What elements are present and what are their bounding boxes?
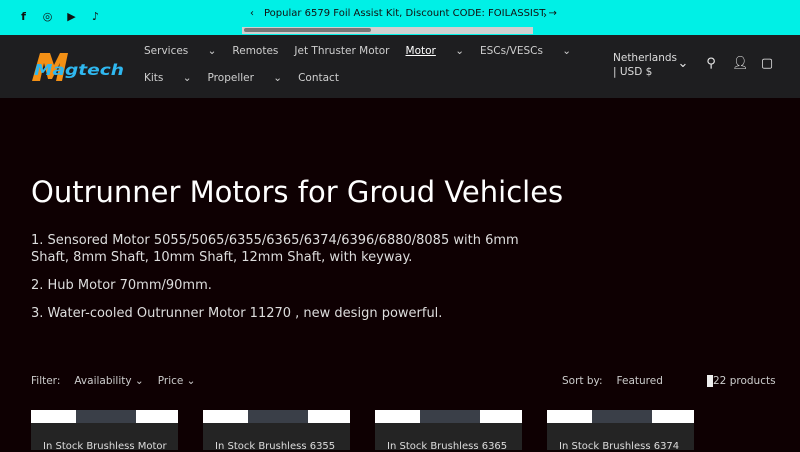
sort-select[interactable]: Featured: [617, 375, 663, 387]
nav-kits[interactable]: Kits ⌄: [144, 72, 192, 86]
product-card[interactable]: In Stock Brushless 6365: [375, 410, 522, 452]
prev-announcement-button[interactable]: ‹: [250, 8, 254, 19]
product-card[interactable]: In Stock Brushless Motor: [31, 410, 178, 452]
nav-contact[interactable]: Contact: [298, 72, 339, 86]
announcement-link[interactable]: Popular 6579 Foil Assist Kit, Discount C…: [264, 8, 557, 19]
brand-name: Magtech: [34, 61, 124, 79]
cart-icon[interactable]: ▢: [760, 56, 774, 71]
account-icon[interactable]: 👤︎: [732, 56, 749, 71]
nav-escs[interactable]: ESCs/VESCs ⌄: [480, 45, 571, 59]
nav-propeller[interactable]: Propeller ⌄: [208, 72, 283, 86]
collection-description: 1. Sensored Motor 5055/5065/6355/6365/63…: [31, 233, 519, 321]
page-title: Outrunner Motors for Groud Vehicles: [31, 175, 564, 209]
scrollbar[interactable]: [242, 27, 533, 34]
main-nav: Services ⌄ Remotes Jet Thruster Motor Mo…: [144, 45, 594, 86]
availability-filter[interactable]: Availability ⌄: [74, 375, 143, 387]
nav-services[interactable]: Services ⌄: [144, 45, 216, 59]
next-announcement-button[interactable]: ›: [543, 10, 547, 21]
nav-motor[interactable]: Motor ⌄: [406, 45, 464, 59]
nav-jet-thruster-motor[interactable]: Jet Thruster Motor: [294, 45, 389, 59]
price-filter[interactable]: Price ⌄: [158, 375, 196, 387]
product-card[interactable]: In Stock Brushless 6355: [203, 410, 350, 452]
search-icon[interactable]: ⚲: [704, 56, 718, 71]
nav-remotes[interactable]: Remotes: [232, 45, 278, 59]
scrollbar-thumb[interactable]: [244, 28, 371, 32]
facebook-icon[interactable]: f: [17, 10, 30, 23]
product-count: 22 products: [707, 375, 776, 387]
chevron-down-icon[interactable]: ⌄: [676, 56, 690, 71]
filter-bar: Filter: Availability ⌄ Price ⌄: [31, 375, 196, 387]
announcement-bar: f ◎ ▶ ♪ ‹ Popular 6579 Foil Assist Kit, …: [0, 0, 800, 35]
sort-bar: Sort by: Featured: [562, 375, 663, 387]
youtube-icon[interactable]: ▶: [65, 10, 78, 23]
tiktok-icon[interactable]: ♪: [89, 10, 102, 23]
country-selector[interactable]: Netherlands | USD $: [613, 51, 677, 79]
arrow-right-icon: →: [548, 8, 557, 19]
site-header: Magtech Services ⌄ Remotes Jet Thruster …: [0, 35, 800, 98]
instagram-icon[interactable]: ◎: [41, 10, 54, 23]
magtech-logo[interactable]: Magtech: [30, 49, 126, 83]
announcement-text: Popular 6579 Foil Assist Kit, Discount C…: [264, 8, 546, 19]
social-links: f ◎ ▶ ♪: [17, 10, 102, 23]
product-card[interactable]: In Stock Brushless 6374: [547, 410, 694, 452]
